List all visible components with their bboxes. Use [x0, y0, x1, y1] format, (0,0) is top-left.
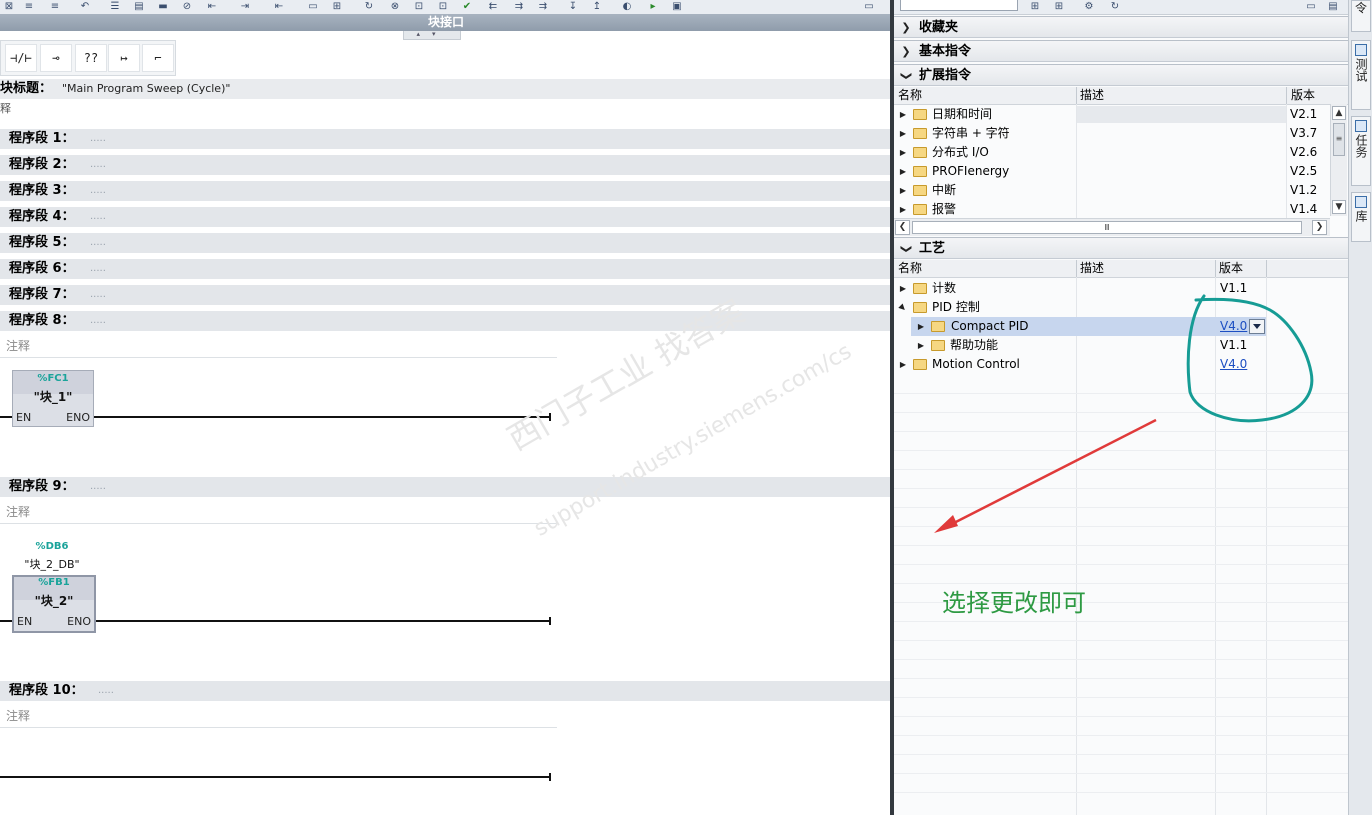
annotation-overlay: [934, 294, 1314, 533]
annotation-circle: [1186, 294, 1314, 423]
annotation-text: 选择更改即可: [942, 589, 1086, 617]
annotation-arrow-line: [945, 418, 1157, 529]
annotation-arrow-head: [934, 515, 958, 533]
